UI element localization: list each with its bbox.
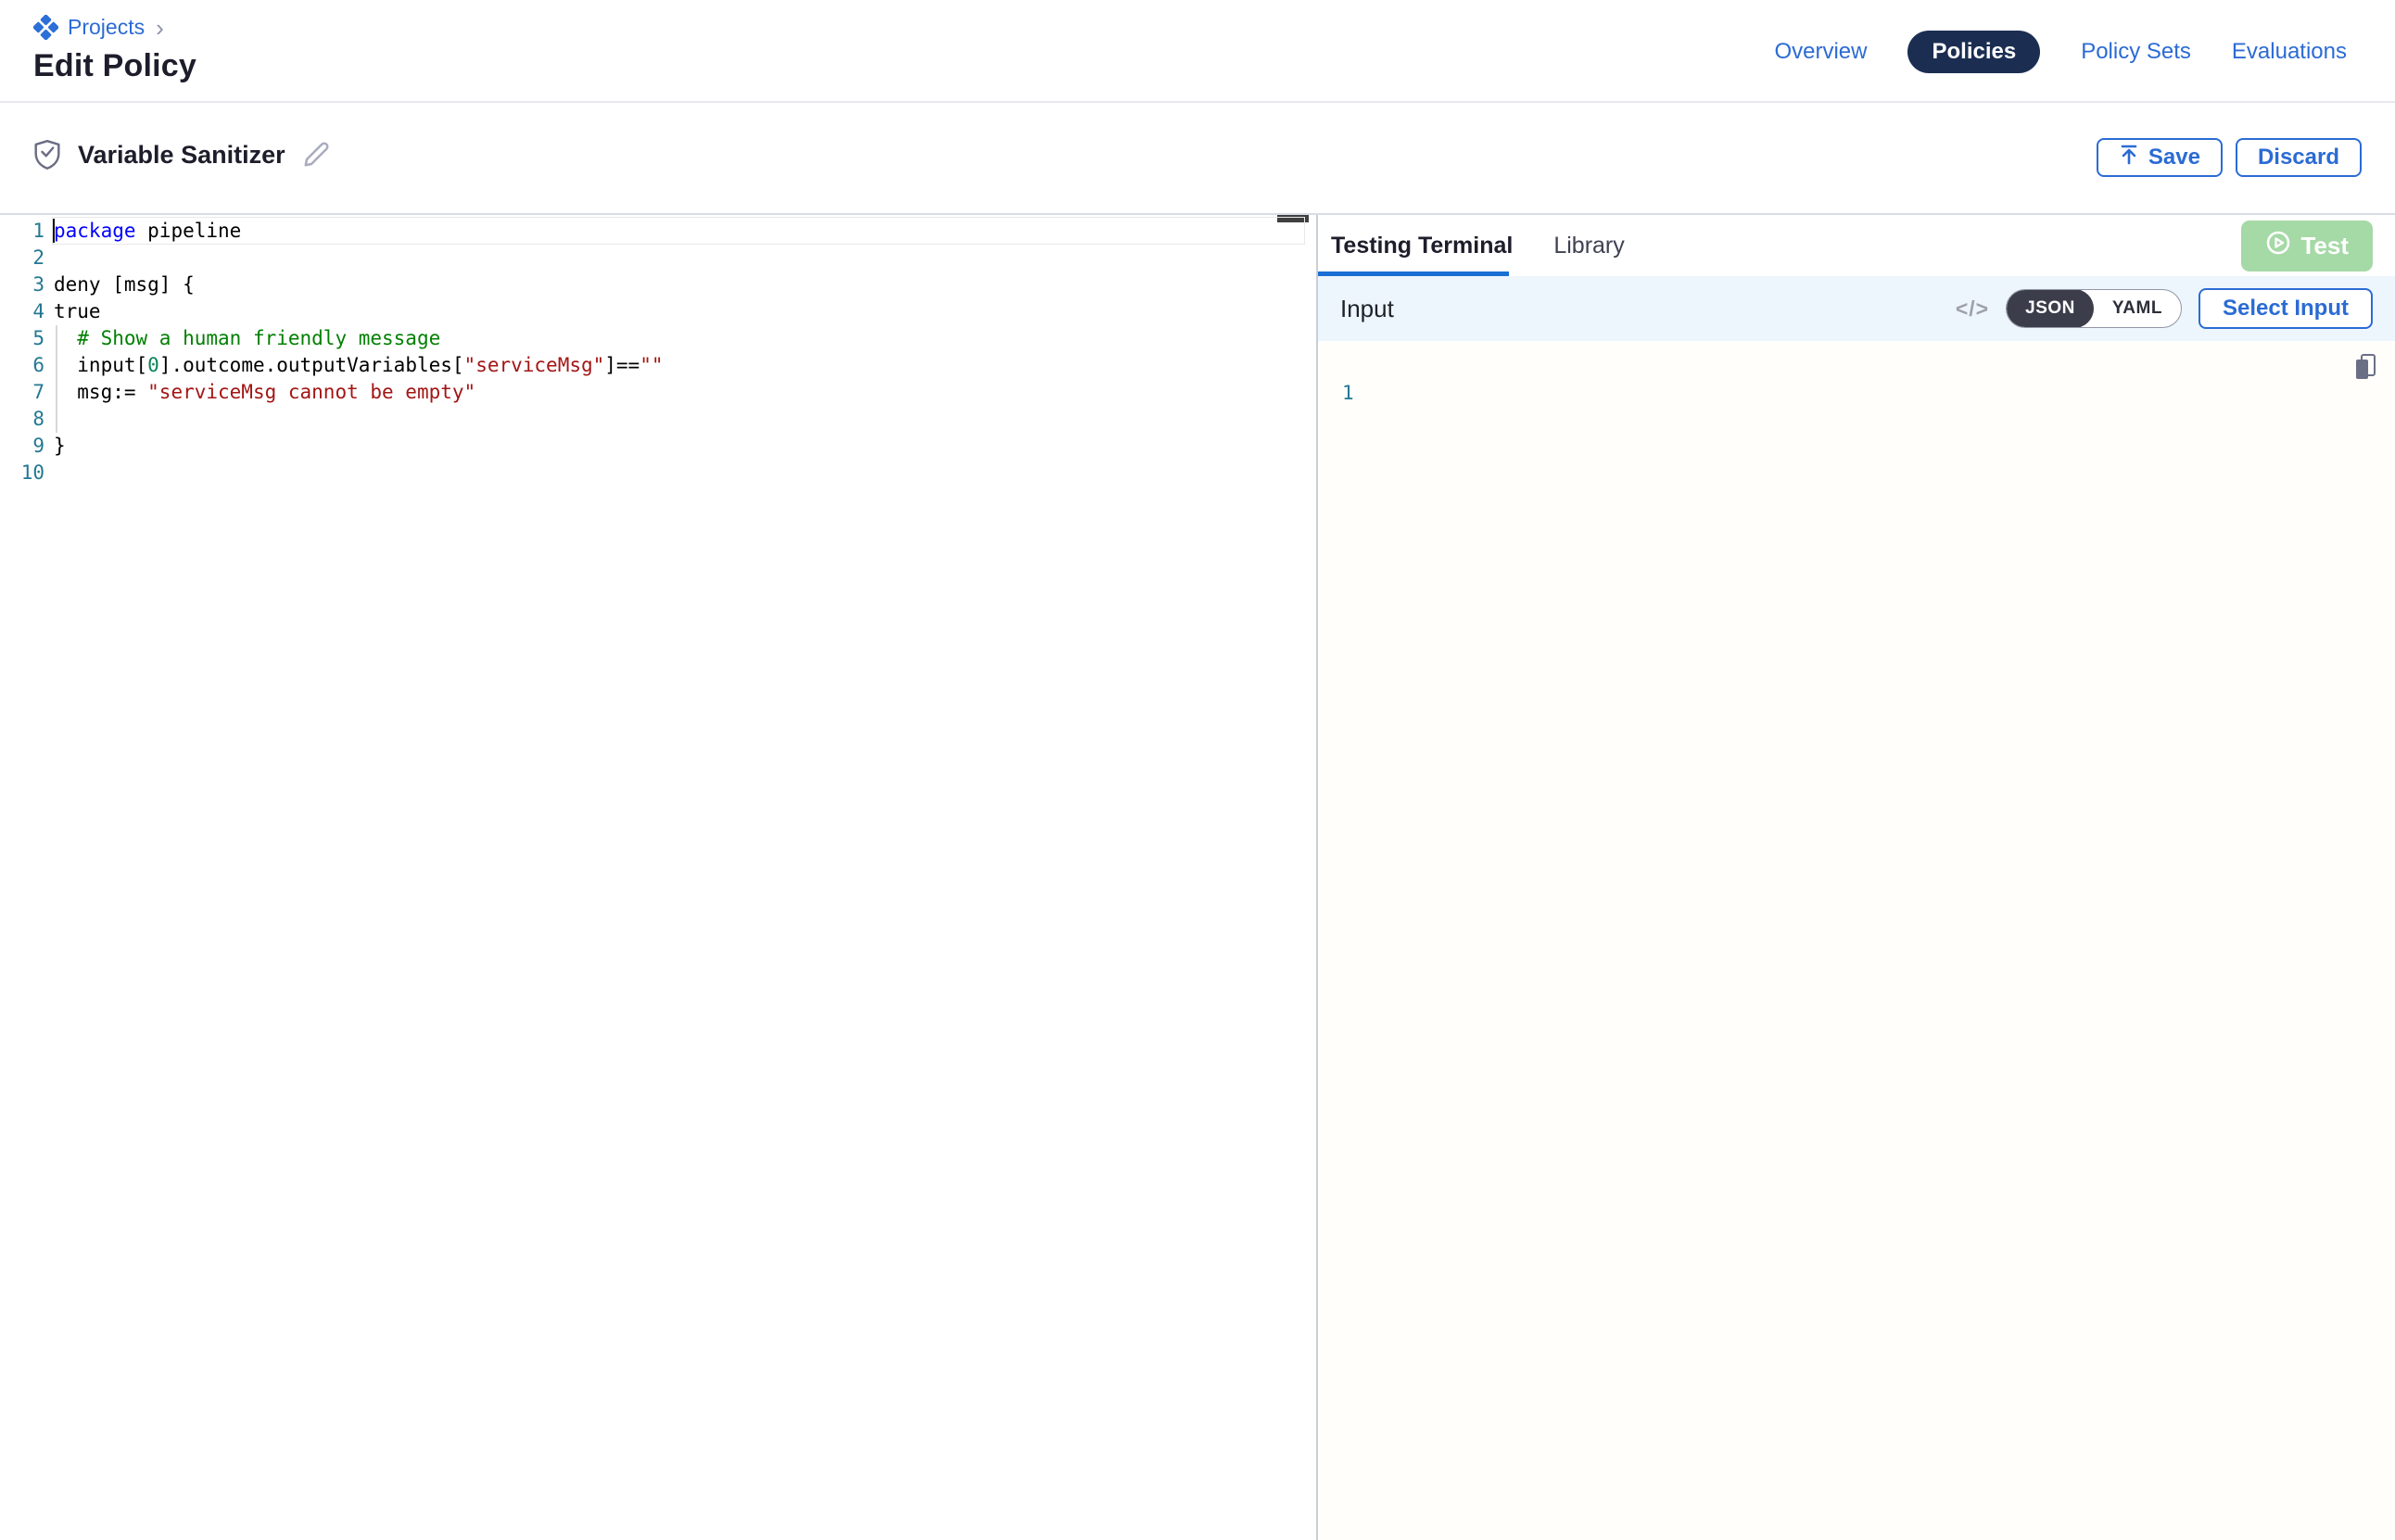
top-nav: Overview Policies Policy Sets Evaluation… xyxy=(1774,31,2347,73)
input-label: Input xyxy=(1340,295,1394,323)
tab-policy-sets[interactable]: Policy Sets xyxy=(2081,39,2191,65)
play-icon xyxy=(2265,230,2291,262)
save-button-label: Save xyxy=(2148,145,2200,170)
tab-policies[interactable]: Policies xyxy=(1907,31,2040,73)
code-line[interactable]: deny [msg] { xyxy=(54,271,1316,298)
code-line[interactable] xyxy=(54,406,1316,433)
text-cursor xyxy=(53,219,55,243)
policy-code-editor[interactable]: 12345678910 package pipeline deny [msg] … xyxy=(0,215,1316,1540)
line-number: 4 xyxy=(0,298,44,325)
code-line[interactable]: msg:= "serviceMsg cannot be empty" xyxy=(54,379,1316,406)
line-number: 10 xyxy=(0,460,44,486)
line-number: 2 xyxy=(0,245,44,271)
line-number: 8 xyxy=(0,406,44,433)
code-line[interactable] xyxy=(54,245,1316,271)
select-input-button[interactable]: Select Input xyxy=(2199,288,2373,329)
input-editor[interactable]: 1 xyxy=(1318,341,2395,1540)
tab-overview[interactable]: Overview xyxy=(1774,39,1867,65)
indent-guide xyxy=(56,325,57,433)
code-line[interactable]: } xyxy=(54,433,1316,460)
code-line[interactable]: # Show a human friendly message xyxy=(54,325,1316,352)
line-number: 9 xyxy=(0,433,44,460)
page-header: Projects › Edit Policy Overview Policies… xyxy=(0,0,2395,103)
shield-check-icon xyxy=(33,140,61,170)
input-header-row: Input </> JSON YAML Select Input xyxy=(1318,276,2395,341)
discard-button[interactable]: Discard xyxy=(2236,138,2362,177)
breadcrumb: Projects › xyxy=(33,15,164,40)
tab-library[interactable]: Library xyxy=(1553,233,1624,259)
code-line[interactable]: package pipeline xyxy=(54,218,1316,245)
edit-name-pencil-icon[interactable] xyxy=(302,141,330,169)
input-editor-line-number: 1 xyxy=(1342,382,1354,404)
tab-testing-terminal[interactable]: Testing Terminal xyxy=(1331,233,1513,259)
format-toggle-yaml[interactable]: YAML xyxy=(2094,289,2181,328)
code-brackets-icon[interactable]: </> xyxy=(1956,297,1989,322)
line-number: 6 xyxy=(0,352,44,379)
line-number: 3 xyxy=(0,271,44,298)
test-button[interactable]: Test xyxy=(2241,221,2373,271)
code-line[interactable]: input[0].outcome.outputVariables["servic… xyxy=(54,352,1316,379)
policy-toolbar: Variable Sanitizer Save Discard xyxy=(0,105,2395,213)
format-toggle: JSON YAML xyxy=(2006,289,2182,328)
tab-evaluations[interactable]: Evaluations xyxy=(2232,39,2347,65)
format-toggle-json[interactable]: JSON xyxy=(2007,289,2094,328)
page-title: Edit Policy xyxy=(33,48,196,84)
edit-policy-page: Projects › Edit Policy Overview Policies… xyxy=(0,0,2395,1540)
line-number: 5 xyxy=(0,325,44,352)
copy-icon[interactable] xyxy=(2352,352,2378,385)
code-line[interactable]: true xyxy=(54,298,1316,325)
content-split: 12345678910 package pipeline deny [msg] … xyxy=(0,213,2395,1540)
testing-tabs-row: Testing Terminal Library Test xyxy=(1318,215,2395,276)
breadcrumb-chevron-icon: › xyxy=(154,16,164,40)
harness-logo-icon xyxy=(33,15,58,40)
policy-heading: Variable Sanitizer xyxy=(33,140,330,170)
upload-icon xyxy=(2119,144,2139,172)
policy-name: Variable Sanitizer xyxy=(78,141,285,170)
save-button[interactable]: Save xyxy=(2097,138,2223,177)
toolbar-actions: Save Discard xyxy=(2097,138,2362,177)
code-editor-gutter: 12345678910 xyxy=(0,218,44,486)
code-editor-lines[interactable]: package pipeline deny [msg] {true # Show… xyxy=(44,218,1316,486)
test-button-label: Test xyxy=(2300,232,2349,260)
line-number: 7 xyxy=(0,379,44,406)
code-line[interactable] xyxy=(54,460,1316,486)
line-number: 1 xyxy=(0,218,44,245)
discard-button-label: Discard xyxy=(2258,145,2339,170)
breadcrumb-projects-link[interactable]: Projects xyxy=(68,15,145,40)
testing-panel: Testing Terminal Library Test Input xyxy=(1318,215,2395,1540)
